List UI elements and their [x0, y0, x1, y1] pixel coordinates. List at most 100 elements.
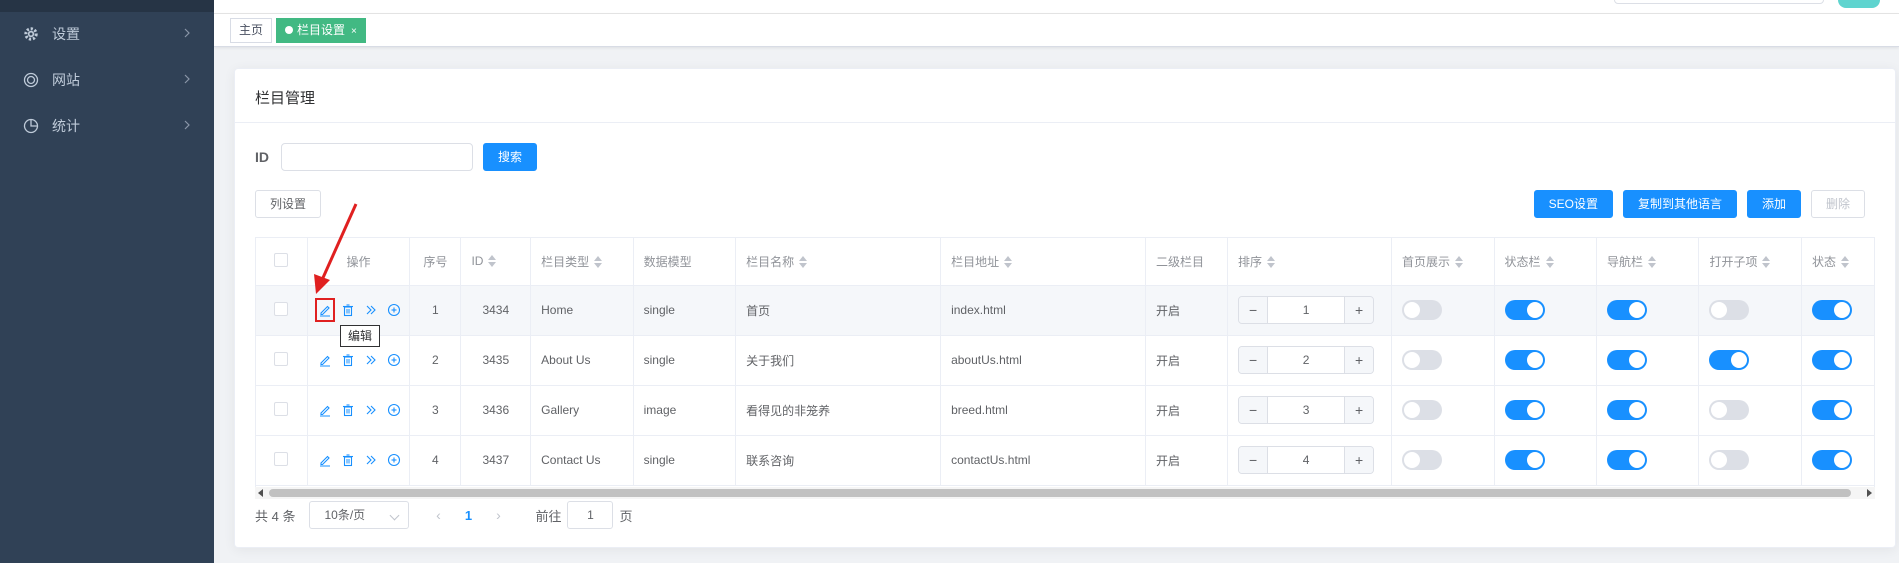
increment-button[interactable]: + — [1345, 297, 1374, 323]
sort-icon[interactable] — [488, 255, 497, 268]
page-size-select[interactable]: 10条/页 — [309, 501, 410, 529]
delete-button[interactable]: 删除 — [1810, 190, 1865, 218]
card-title: 栏目管理 — [235, 69, 1895, 123]
row-checkbox[interactable] — [274, 401, 289, 416]
sort-icon[interactable] — [1840, 255, 1849, 268]
sort-value-input[interactable]: 4 — [1267, 447, 1346, 473]
header-url[interactable]: 栏目地址 — [940, 238, 1147, 286]
move-icon[interactable] — [364, 301, 378, 319]
sort-value-input[interactable]: 2 — [1267, 347, 1346, 373]
header-action-button[interactable] — [1838, 0, 1880, 8]
status-switch[interactable] — [1811, 300, 1852, 320]
status-bar-switch[interactable] — [1504, 300, 1545, 320]
home-show-switch[interactable] — [1402, 400, 1443, 420]
sidebar-item-stats[interactable]: 统计 — [0, 98, 214, 154]
horizontal-scrollbar[interactable] — [255, 487, 1875, 499]
cell-type: Home — [530, 285, 634, 336]
copy-to-language-button[interactable]: 复制到其他语言 — [1622, 190, 1737, 218]
add-child-icon[interactable] — [387, 401, 401, 419]
decrement-button[interactable]: − — [1239, 397, 1268, 423]
id-search-input[interactable] — [281, 143, 473, 171]
open-children-switch[interactable] — [1709, 350, 1750, 370]
decrement-button[interactable]: − — [1239, 297, 1268, 323]
header-status[interactable]: 状态 — [1801, 238, 1874, 286]
cell-seq: 4 — [409, 435, 462, 486]
scrollbar-thumb[interactable] — [269, 489, 1851, 497]
edit-icon[interactable] — [314, 298, 335, 322]
sort-icon[interactable] — [1455, 255, 1464, 268]
tag-home[interactable]: 主页 — [230, 18, 273, 43]
row-checkbox[interactable] — [274, 451, 289, 466]
edit-icon[interactable] — [318, 451, 332, 469]
move-icon[interactable] — [364, 451, 378, 469]
open-children-switch[interactable] — [1709, 400, 1750, 420]
tag-column-settings[interactable]: 栏目设置 × — [276, 18, 366, 43]
header-nav-bar[interactable]: 导航栏 — [1596, 238, 1700, 286]
header-open-children[interactable]: 打开子项 — [1698, 238, 1802, 286]
sort-value-input[interactable]: 1 — [1267, 297, 1346, 323]
sort-icon[interactable] — [1762, 255, 1771, 268]
edit-icon[interactable] — [318, 351, 332, 369]
move-icon[interactable] — [364, 401, 378, 419]
delete-icon[interactable] — [341, 451, 355, 469]
header-type[interactable]: 栏目类型 — [530, 238, 634, 286]
header-search-input[interactable] — [1614, 0, 1824, 4]
page-number[interactable]: 1 — [453, 508, 483, 523]
status-switch[interactable] — [1811, 450, 1852, 470]
header-status-bar[interactable]: 状态栏 — [1494, 238, 1597, 286]
close-icon[interactable]: × — [351, 26, 357, 37]
home-show-switch[interactable] — [1402, 350, 1443, 370]
scroll-right-icon[interactable] — [1867, 489, 1872, 497]
next-page-button[interactable]: › — [483, 507, 513, 523]
chevron-right-icon — [184, 120, 190, 130]
status-bar-switch[interactable] — [1504, 400, 1545, 420]
sort-icon[interactable] — [799, 255, 808, 268]
prev-page-button[interactable]: ‹ — [423, 507, 453, 523]
add-child-icon[interactable] — [387, 451, 401, 469]
nav-bar-switch[interactable] — [1606, 300, 1647, 320]
decrement-button[interactable]: − — [1239, 447, 1268, 473]
status-bar-switch[interactable] — [1504, 450, 1545, 470]
increment-button[interactable]: + — [1345, 447, 1374, 473]
goto-page-input[interactable]: 1 — [567, 501, 614, 529]
open-children-switch[interactable] — [1709, 300, 1750, 320]
scroll-left-icon[interactable] — [258, 489, 263, 497]
add-button[interactable]: 添加 — [1746, 190, 1801, 218]
sort-icon[interactable] — [1267, 255, 1276, 268]
row-checkbox[interactable] — [274, 351, 289, 366]
header-id[interactable]: ID — [460, 238, 532, 286]
edit-icon[interactable] — [318, 401, 332, 419]
header-sort[interactable]: 排序 — [1227, 238, 1393, 286]
sort-icon[interactable] — [1545, 255, 1554, 268]
status-switch[interactable] — [1811, 350, 1852, 370]
nav-bar-switch[interactable] — [1606, 400, 1647, 420]
delete-icon[interactable] — [341, 401, 355, 419]
seo-settings-button[interactable]: SEO设置 — [1533, 190, 1613, 218]
decrement-button[interactable]: − — [1239, 347, 1268, 373]
nav-bar-switch[interactable] — [1606, 450, 1647, 470]
sort-icon[interactable] — [1648, 255, 1656, 268]
delete-icon[interactable] — [341, 351, 355, 369]
move-icon[interactable] — [364, 351, 378, 369]
increment-button[interactable]: + — [1345, 347, 1374, 373]
status-bar-switch[interactable] — [1504, 350, 1545, 370]
delete-icon[interactable] — [341, 301, 355, 319]
search-button[interactable]: 搜索 — [483, 143, 538, 171]
status-switch[interactable] — [1811, 400, 1852, 420]
nav-bar-switch[interactable] — [1606, 350, 1647, 370]
header-name[interactable]: 栏目名称 — [735, 238, 942, 286]
home-show-switch[interactable] — [1402, 300, 1443, 320]
row-checkbox[interactable] — [274, 301, 289, 316]
sort-icon[interactable] — [1004, 255, 1013, 268]
pagination: 共 4 条 10条/页 ‹ 1 › 前往 1 页 — [255, 501, 633, 529]
add-child-icon[interactable] — [387, 301, 401, 319]
add-child-icon[interactable] — [387, 351, 401, 369]
select-all-checkbox[interactable] — [274, 252, 289, 267]
sort-value-input[interactable]: 3 — [1267, 397, 1346, 423]
header-home-show[interactable]: 首页展示 — [1391, 238, 1495, 286]
increment-button[interactable]: + — [1345, 397, 1374, 423]
sort-icon[interactable] — [594, 255, 603, 268]
home-show-switch[interactable] — [1402, 450, 1443, 470]
open-children-switch[interactable] — [1709, 450, 1750, 470]
sort-stepper: −3 + — [1238, 396, 1375, 424]
